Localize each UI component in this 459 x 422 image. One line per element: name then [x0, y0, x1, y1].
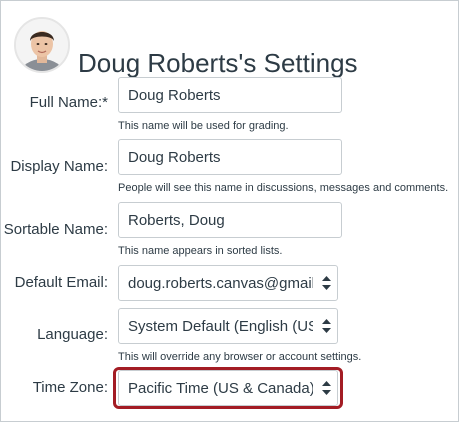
- display-name-input[interactable]: Doug Roberts: [118, 139, 342, 175]
- default-email-value: doug.roberts.canvas@gmail.com: [128, 274, 313, 292]
- language-value: System Default (English (US)): [128, 317, 313, 335]
- default-email-label: Default Email:: [14, 274, 108, 291]
- up-down-arrows-icon: [322, 276, 331, 290]
- time-zone-label: Time Zone:: [32, 379, 108, 396]
- up-down-arrows-icon: [322, 319, 331, 333]
- display-name-hint: People will see this name in discussions…: [118, 182, 449, 194]
- language-select[interactable]: System Default (English (US)): [118, 308, 338, 344]
- time-zone-highlight: [113, 367, 343, 409]
- sortable-name-input[interactable]: Roberts, Doug: [118, 202, 342, 238]
- avatar-photo-icon: [16, 19, 68, 71]
- display-name-label: Display Name:: [10, 158, 108, 175]
- language-hint: This will override any browser or accoun…: [118, 351, 362, 363]
- sortable-name-hint: This name appears in sorted lists.: [118, 245, 283, 257]
- sortable-name-label: Sortable Name:: [3, 221, 108, 238]
- user-avatar[interactable]: [14, 17, 70, 73]
- language-label: Language:: [37, 326, 108, 343]
- full-name-label: Full Name:*: [29, 94, 108, 111]
- page-title: Doug Roberts's Settings: [78, 48, 358, 79]
- full-name-hint: This name will be used for grading.: [118, 120, 289, 132]
- default-email-select[interactable]: doug.roberts.canvas@gmail.com: [118, 265, 338, 301]
- full-name-input[interactable]: Doug Roberts: [118, 77, 342, 113]
